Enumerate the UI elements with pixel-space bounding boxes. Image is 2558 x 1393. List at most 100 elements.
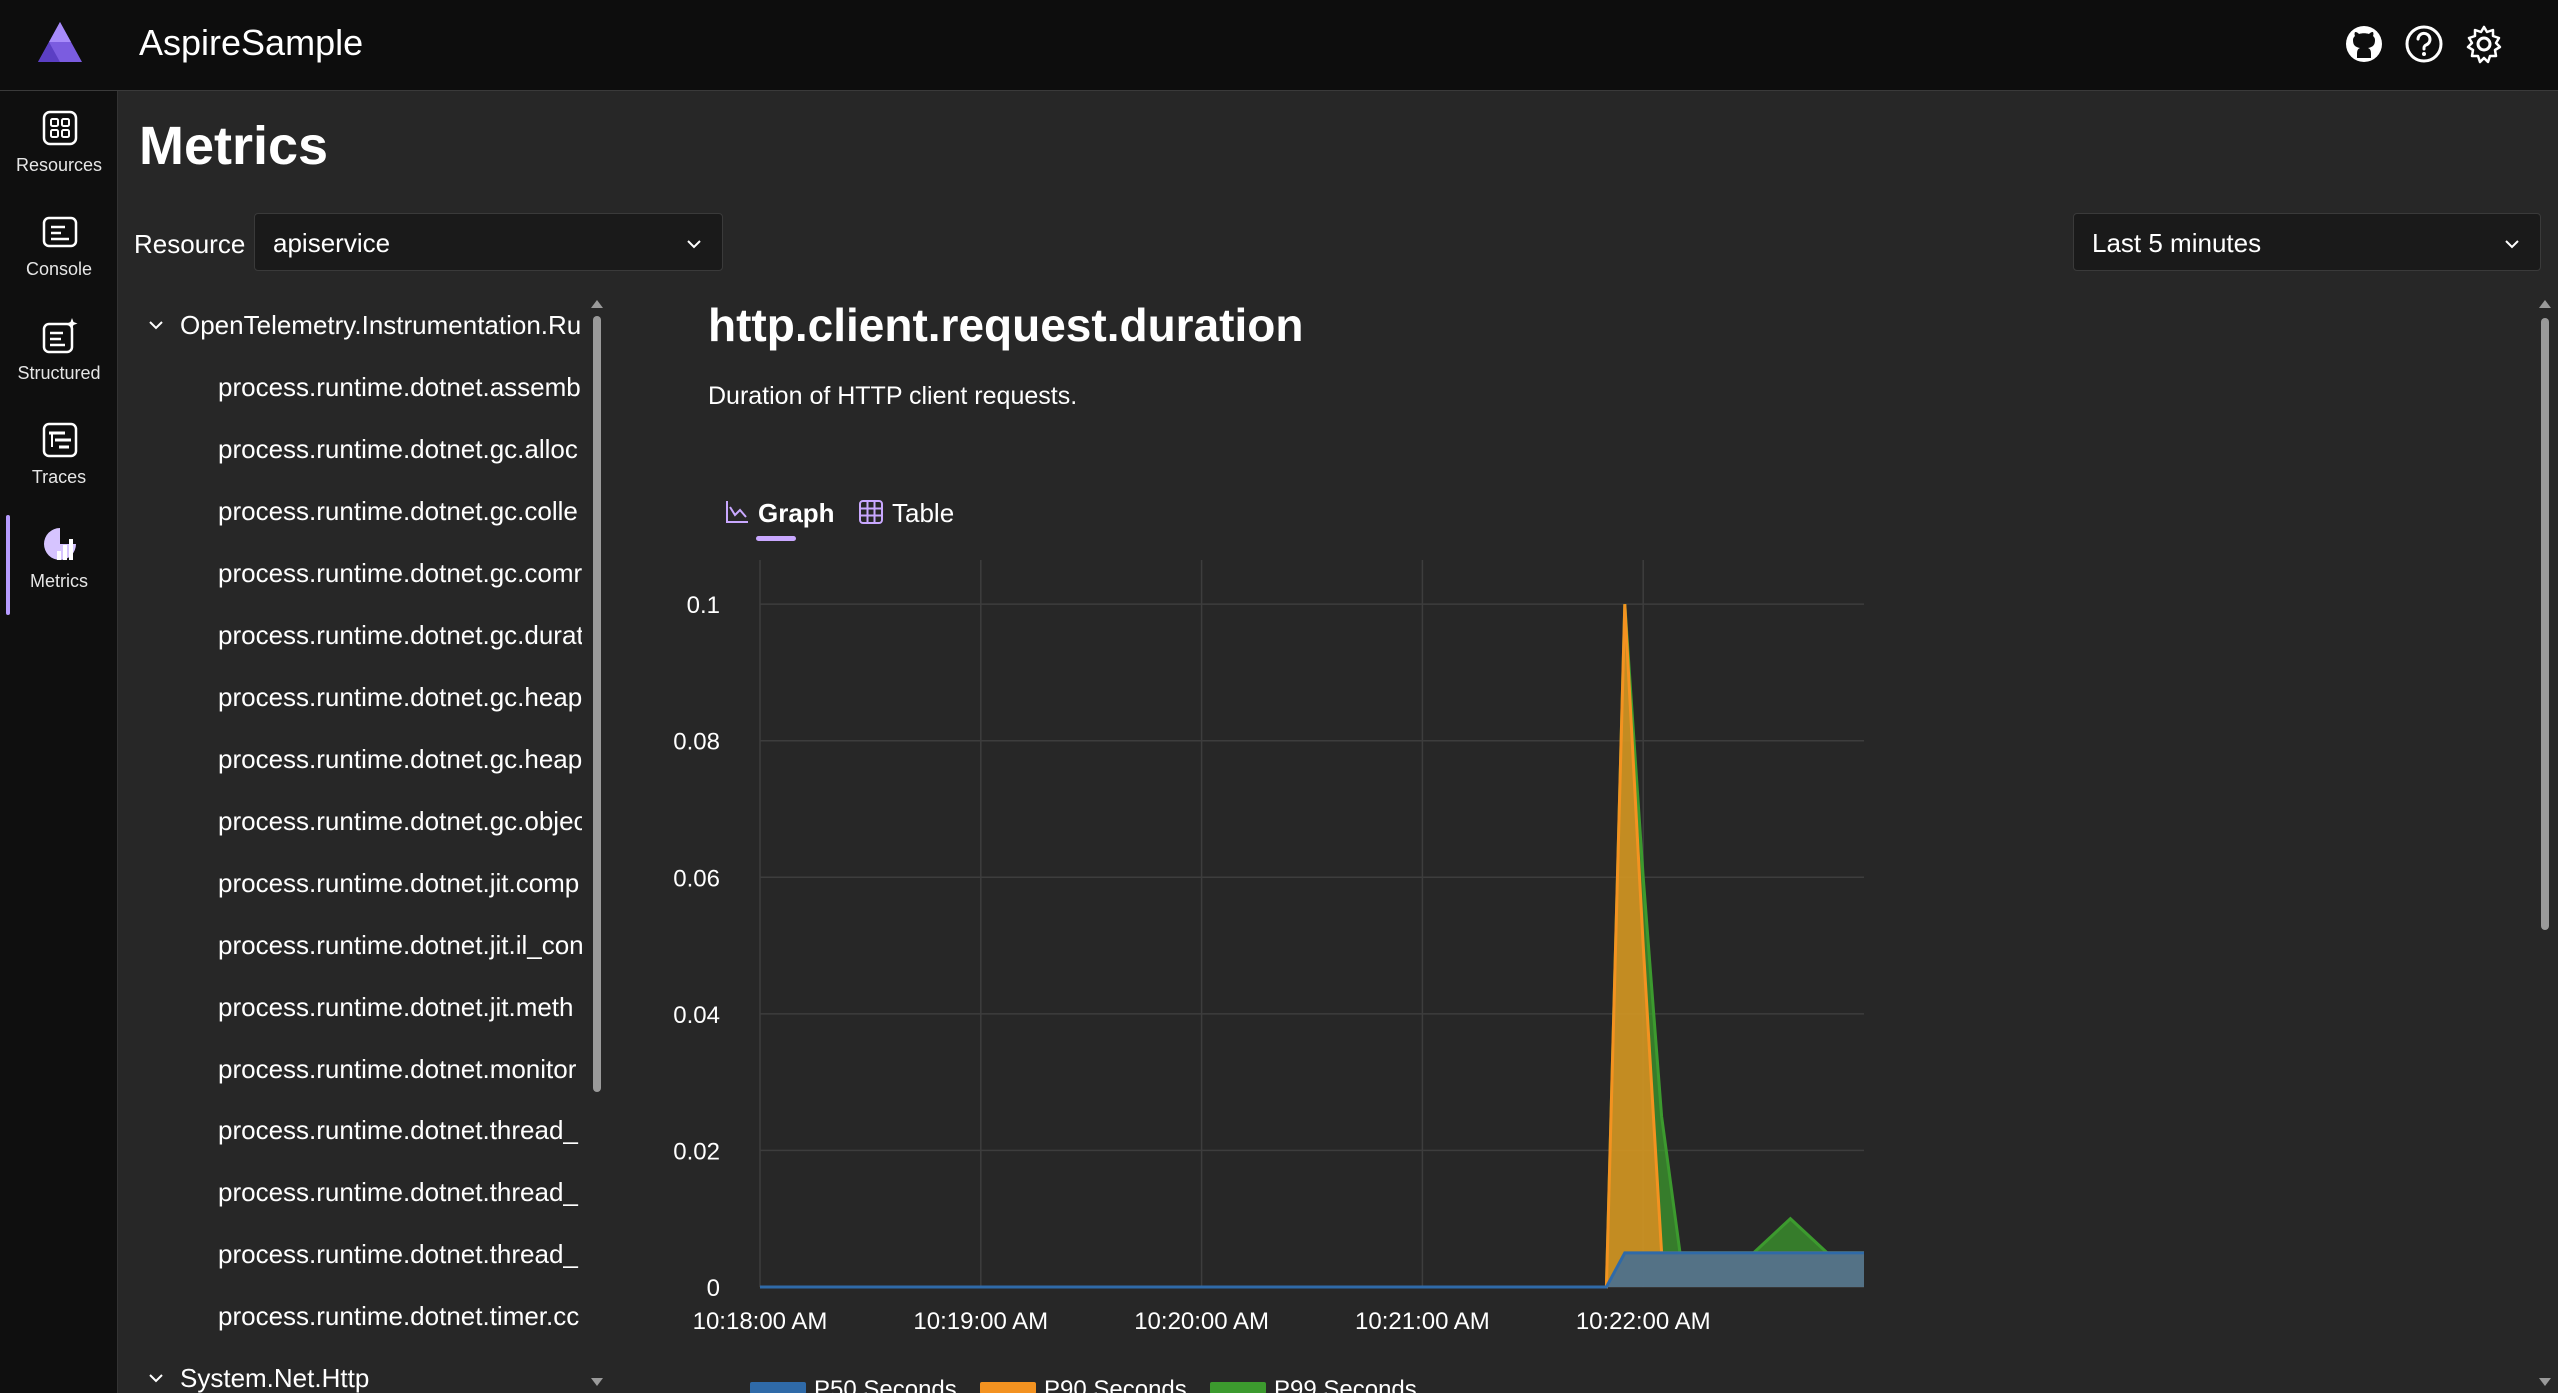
tree-item[interactable]: process.runtime.dotnet.gc.comr [132, 553, 582, 593]
legend-label: P50 Seconds [814, 1376, 957, 1393]
x-tick-label: 10:19:00 AM [913, 1308, 1048, 1335]
tree-item-label: process.runtime.dotnet.gc.heap [218, 682, 582, 712]
tree-item-label: process.runtime.dotnet.gc.heap [218, 744, 582, 774]
tab-graph-label: Graph [758, 498, 835, 528]
chevron-down-icon [149, 1374, 163, 1383]
aspire-logo-icon[interactable] [36, 20, 84, 64]
settings-icon[interactable] [2464, 24, 2504, 64]
top-bar: AspireSample [0, 0, 2558, 91]
nav-label-metrics: Metrics [30, 571, 88, 591]
tree-item[interactable]: process.runtime.dotnet.gc.heap [132, 739, 582, 779]
tree-item-label: process.runtime.dotnet.jit.meth [218, 992, 574, 1022]
tree-item[interactable]: process.runtime.dotnet.gc.heap [132, 677, 582, 717]
resources-icon [42, 110, 78, 146]
tree-item-label: process.runtime.dotnet.gc.alloc [218, 434, 578, 464]
tree-item[interactable]: process.runtime.dotnet.jit.comp [132, 863, 582, 903]
nav-item-structured[interactable]: Structured [0, 299, 118, 403]
tree-group-label: System.Net.Http [180, 1363, 370, 1393]
y-tick-label: 0.04 [673, 1002, 720, 1029]
tree-item[interactable]: process.runtime.dotnet.gc.objec [132, 801, 582, 841]
time-range-select[interactable]: Last 5 minutes [2073, 213, 2541, 271]
main-scrollbar-thumb[interactable] [2541, 318, 2549, 930]
legend-swatch [980, 1382, 1036, 1393]
side-nav: Resources Console Structured Traces Metr… [0, 91, 118, 1393]
tree-item[interactable]: process.runtime.dotnet.thread_ [132, 1234, 582, 1274]
tree-item-label: process.runtime.dotnet.timer.cc [218, 1301, 580, 1331]
series-area-p99-seconds [760, 604, 1864, 1287]
structured-icon [42, 318, 78, 354]
metrics-icon [44, 528, 76, 560]
tab-table-label: Table [892, 498, 955, 528]
x-tick-label: 10:22:00 AM [1576, 1308, 1711, 1335]
tree-item[interactable]: process.runtime.dotnet.timer.cc [132, 1296, 582, 1336]
tree-item[interactable]: process.runtime.dotnet.assemb [132, 367, 582, 407]
nav-item-metrics[interactable]: Metrics [0, 507, 118, 615]
chevron-down-icon [149, 321, 163, 330]
nav-label-traces: Traces [31, 467, 87, 487]
series-area-p90-seconds [760, 604, 1864, 1287]
nav-item-console[interactable]: Console [0, 195, 118, 299]
tree-item-label: process.runtime.dotnet.thread_ [218, 1239, 578, 1269]
y-tick-label: 0.1 [687, 592, 720, 619]
nav-label-resources: Resources [15, 155, 103, 175]
tab-table[interactable]: Table [858, 496, 978, 546]
duration-chart: 0 0.02 0.04 0.06 0.08 0.1 10:18:00 AM 10:19:00 … [673, 560, 1864, 1393]
tab-active-indicator [756, 536, 796, 541]
nav-item-resources[interactable]: Resources [0, 91, 118, 195]
tree-item-label: process.runtime.dotnet.assemb [218, 372, 581, 402]
traces-icon [42, 422, 78, 458]
legend-label: P90 Seconds [1044, 1376, 1187, 1393]
tree-item-label: process.runtime.dotnet.jit.comp [218, 868, 580, 898]
series-line-p90-seconds [760, 604, 1864, 1289]
tree-group-http[interactable]: System.Net.Http [132, 1358, 582, 1393]
legend-label: P99 Seconds [1274, 1376, 1417, 1393]
series-line-p99-seconds [760, 604, 1864, 1289]
scroll-down-icon[interactable] [2539, 1378, 2551, 1386]
tree-item-label: process.runtime.dotnet.thread_ [218, 1177, 578, 1207]
resource-select-value: apiservice [273, 228, 391, 258]
x-tick-label: 10:18:00 AM [693, 1308, 828, 1335]
resource-select[interactable]: apiservice [254, 213, 723, 271]
tree-item[interactable]: process.runtime.dotnet.gc.durat [132, 615, 582, 655]
app-title[interactable]: AspireSample [139, 22, 363, 64]
table-icon [859, 500, 883, 524]
time-range-value: Last 5 minutes [2092, 228, 2262, 258]
tree-item[interactable]: process.runtime.dotnet.gc.alloc [132, 429, 582, 469]
tree-item[interactable]: process.runtime.dotnet.jit.meth [132, 987, 582, 1027]
tree-item-label: process.runtime.dotnet.thread_ [218, 1115, 578, 1145]
console-icon [42, 216, 78, 248]
tree-group-label: OpenTelemetry.Instrumentation.Ru [180, 310, 582, 340]
nav-label-console: Console [25, 259, 93, 279]
github-icon[interactable] [2344, 24, 2384, 64]
tree-item[interactable]: process.runtime.dotnet.thread_ [132, 1172, 582, 1212]
y-tick-label: 0 [707, 1275, 720, 1302]
tree-item-label: process.runtime.dotnet.gc.colle [218, 496, 578, 526]
tree-item[interactable]: process.runtime.dotnet.jit.il_con [132, 925, 582, 965]
metric-description: Duration of HTTP client requests. [708, 382, 1078, 410]
tree-item[interactable]: process.runtime.dotnet.monitor [132, 1049, 582, 1089]
y-tick-label: 0.02 [673, 1138, 720, 1165]
nav-item-traces[interactable]: Traces [0, 403, 118, 507]
x-tick-label: 10:21:00 AM [1355, 1308, 1490, 1335]
tree-item-label: process.runtime.dotnet.gc.comr [218, 558, 582, 588]
metric-title: http.client.request.duration [708, 299, 1304, 351]
tree-scrollbar-thumb[interactable] [593, 316, 601, 1092]
tree-scrollbar[interactable] [590, 298, 604, 1390]
main-scrollbar[interactable] [2538, 298, 2552, 1390]
tree-group-runtime[interactable]: OpenTelemetry.Instrumentation.Ru [132, 305, 582, 345]
tree-item-label: process.runtime.dotnet.gc.objec [218, 806, 582, 836]
tree-item[interactable]: process.runtime.dotnet.gc.colle [132, 491, 582, 531]
tree-item[interactable]: process.runtime.dotnet.thread_ [132, 1110, 582, 1150]
metrics-tree: OpenTelemetry.Instrumentation.Ru process… [132, 298, 592, 1393]
scroll-up-icon[interactable] [2539, 300, 2551, 308]
series-area-p50-seconds [760, 1252, 1864, 1287]
page-title: Metrics [139, 116, 329, 176]
scroll-down-icon[interactable] [591, 1378, 603, 1386]
tree-item-label: process.runtime.dotnet.jit.il_con [218, 930, 582, 960]
scroll-up-icon[interactable] [591, 300, 603, 308]
tab-graph[interactable]: Graph [724, 496, 844, 546]
y-tick-label: 0.06 [673, 865, 720, 892]
chevron-down-icon [687, 240, 701, 249]
resource-label: Resource [134, 229, 246, 259]
help-icon[interactable] [2404, 24, 2444, 64]
